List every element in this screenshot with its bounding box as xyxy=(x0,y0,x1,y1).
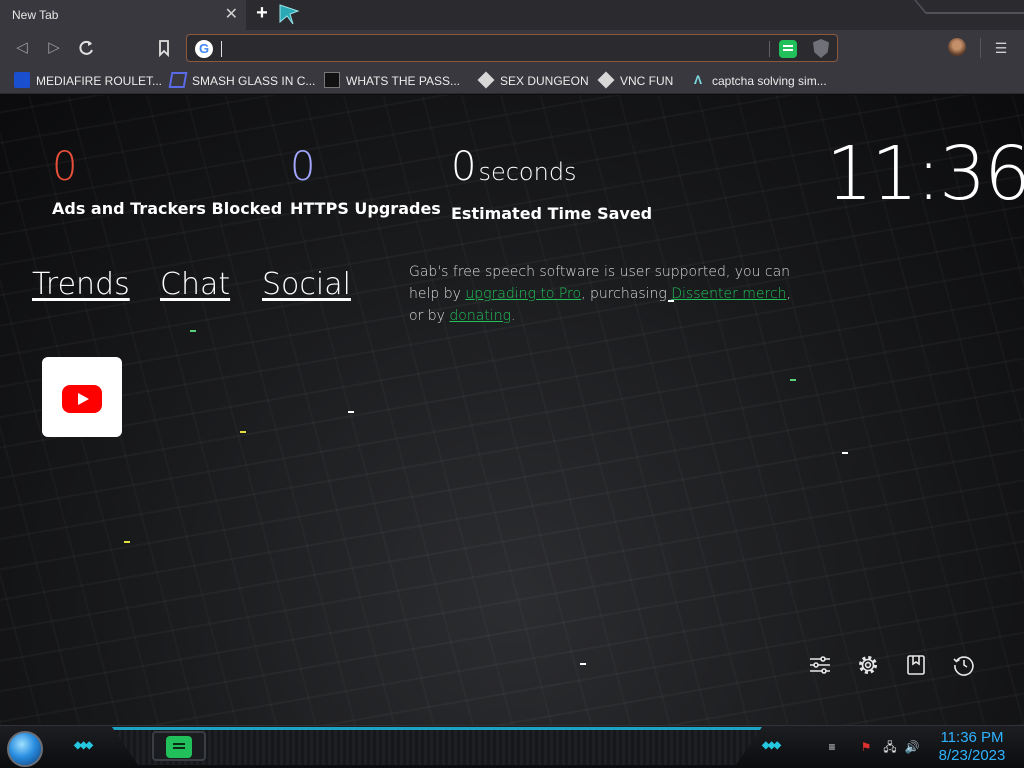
clock: 11:36 xyxy=(826,131,1024,217)
chat-link[interactable]: Chat xyxy=(160,267,230,302)
donating-link[interactable]: donating xyxy=(449,308,511,324)
cube-icon xyxy=(477,71,495,89)
background-spark xyxy=(190,330,196,332)
taskbar: ◆◆◆ ◆◆◆ ≡ ⚑ 🖧 🔊 11:36 PM 8/23/2023 xyxy=(0,725,1024,768)
mediafire-icon xyxy=(14,71,30,88)
time-saved-unit: seconds xyxy=(478,158,577,186)
ads-blocked-count: 0 xyxy=(52,144,78,190)
top-site-youtube[interactable] xyxy=(42,357,122,437)
toolbar-divider xyxy=(980,38,981,58)
address-bar-divider xyxy=(769,41,770,57)
trends-link[interactable]: Trends xyxy=(32,267,130,302)
screen: New Tab ✕ + ◁ ▷ G ☰ MEDIAFIRE ROULET... … xyxy=(0,0,1024,768)
text-caret xyxy=(221,41,222,57)
bookmark-item[interactable]: SEX DUNGEON xyxy=(477,66,589,94)
volume-icon[interactable]: 🔊 xyxy=(904,739,920,755)
bookmark-item[interactable]: MEDIAFIRE ROULET... xyxy=(14,66,162,94)
bookmark-label: WHATS THE PASS... xyxy=(346,73,461,88)
browser-toolbar: ◁ ▷ G ☰ xyxy=(0,30,1024,66)
profile-avatar[interactable] xyxy=(948,38,966,56)
https-upgrades-label: HTTPS Upgrades xyxy=(290,199,441,218)
background-spark xyxy=(842,452,848,454)
tray-time: 11:36 PM xyxy=(940,729,1004,746)
bookmark-item[interactable]: SMASH GLASS IN C... xyxy=(168,66,316,94)
taskbar-decoration: ◆◆◆ xyxy=(762,740,781,751)
bookmark-item[interactable]: WHATS THE PASS... xyxy=(324,66,460,94)
background-spark xyxy=(790,379,796,381)
settings-icon[interactable] xyxy=(856,653,880,677)
tab-title: New Tab xyxy=(12,8,59,22)
bookmark-label: SMASH GLASS IN C... xyxy=(192,73,316,88)
taskbar-frame xyxy=(112,727,762,765)
taskbar-app-button[interactable] xyxy=(152,731,206,761)
new-tab-page: 0 Ads and Trackers Blocked 0 HTTPS Upgra… xyxy=(0,95,1024,725)
bookmark-label: SEX DUNGEON xyxy=(500,73,589,88)
gab-support-message: Gab's free speech software is user suppo… xyxy=(409,261,801,327)
bookmark-item[interactable]: VNC FUN xyxy=(597,66,674,94)
tab-strip: New Tab ✕ + xyxy=(0,0,1024,30)
caret-logo-icon: Λ xyxy=(693,72,702,87)
tray-clock[interactable]: 11:36 PM 8/23/2023 xyxy=(930,729,1014,765)
ads-blocked-stat: 0 Ads and Trackers Blocked xyxy=(52,145,282,218)
network-icon[interactable]: 🖧 xyxy=(882,739,898,755)
history-icon[interactable] xyxy=(952,653,976,677)
cursor-logo-icon xyxy=(279,4,300,25)
forward-icon[interactable]: ▷ xyxy=(44,38,64,58)
bookmark-label: VNC FUN xyxy=(620,73,674,88)
background-spark xyxy=(240,431,246,433)
address-input[interactable] xyxy=(225,39,745,59)
upgrade-pro-link[interactable]: upgrading to Pro xyxy=(465,286,581,302)
dissenter-merch-link[interactable]: Dissenter merch xyxy=(671,286,786,302)
action-center-flag-icon[interactable]: ⚑ xyxy=(858,739,874,755)
background-spark xyxy=(580,663,586,665)
shield-icon[interactable] xyxy=(813,39,829,58)
background-spark xyxy=(348,411,354,413)
ads-blocked-label: Ads and Trackers Blocked xyxy=(52,199,283,218)
google-icon: G xyxy=(195,40,213,58)
tab-new-tab[interactable]: New Tab ✕ xyxy=(0,0,246,30)
dissenter-app-icon xyxy=(166,736,192,758)
bookmarks-bar: MEDIAFIRE ROULET... SMASH GLASS IN C... … xyxy=(0,66,1024,94)
gab-text: , purchasing xyxy=(581,286,672,302)
smash-glass-icon xyxy=(168,71,188,88)
menu-icon[interactable]: ☰ xyxy=(994,38,1008,58)
back-icon[interactable]: ◁ xyxy=(12,38,32,58)
bookmark-label: MEDIAFIRE ROULET... xyxy=(36,73,163,88)
time-saved-stat: 0seconds Estimated Time Saved xyxy=(451,145,652,223)
https-upgrades-stat: 0 HTTPS Upgrades xyxy=(290,145,441,218)
tray-date: 8/23/2023 xyxy=(938,747,1006,764)
https-upgrades-count: 0 xyxy=(290,144,316,190)
window-frame-decoration xyxy=(914,0,1024,14)
lock-icon xyxy=(324,71,340,88)
bookmark-item[interactable]: Λcaptcha solving sim... xyxy=(690,66,827,94)
gab-text: . xyxy=(510,308,516,324)
tray-expand-icon[interactable]: ≡ xyxy=(824,739,840,755)
taskbar-decoration: ◆◆◆ xyxy=(74,740,93,751)
bookmark-label: captcha solving sim... xyxy=(712,73,827,88)
address-bar[interactable]: G xyxy=(186,34,838,62)
reload-icon[interactable] xyxy=(76,38,96,58)
customize-icon[interactable] xyxy=(808,653,832,677)
time-saved-count: 0 xyxy=(451,144,477,190)
bookmark-icon[interactable] xyxy=(154,38,174,58)
youtube-icon xyxy=(62,385,102,413)
new-tab-button[interactable]: + xyxy=(252,3,272,24)
tab-close-icon[interactable]: ✕ xyxy=(225,0,238,30)
background-spark xyxy=(124,541,130,543)
dissenter-icon[interactable] xyxy=(779,40,797,58)
start-button[interactable] xyxy=(7,731,43,767)
time-saved-label: Estimated Time Saved xyxy=(451,204,653,223)
cube-icon xyxy=(597,71,615,89)
bookmarks-icon[interactable] xyxy=(904,653,928,677)
social-link[interactable]: Social xyxy=(262,267,351,302)
